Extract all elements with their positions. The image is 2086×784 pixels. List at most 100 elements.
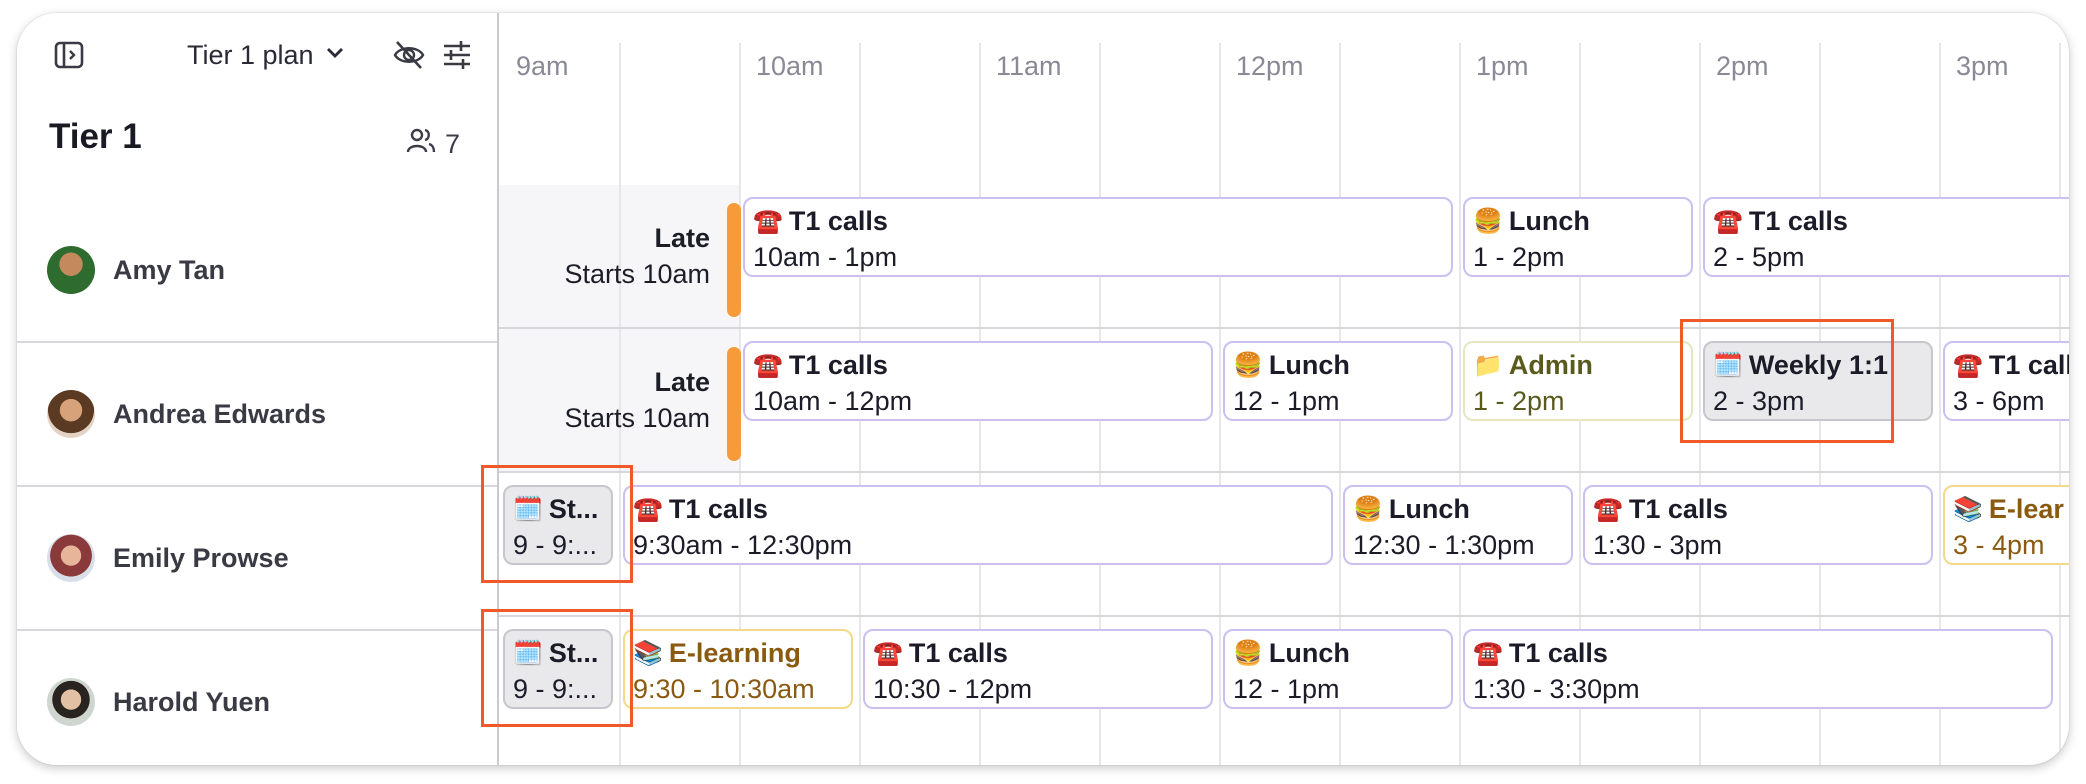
shift-time: 3 - 4pm [1953, 530, 2045, 560]
person-row[interactable]: Harold Yuen [17, 631, 497, 765]
member-count[interactable]: 7 [405, 125, 460, 164]
shift-title: Lunch [1508, 206, 1590, 236]
shift-time: 9 - 9:... [513, 530, 598, 560]
shift-block[interactable]: 📁 Admin 1 - 2pm [1463, 341, 1693, 421]
shift-time: 12 - 1pm [1233, 386, 1340, 416]
shift-block[interactable]: ☎️T1 calls 3 - 6pm [1943, 341, 2069, 421]
person-name: Emily Prowse [113, 542, 289, 573]
shift-block[interactable]: 🗓️ St... 9 - 9:... [503, 629, 613, 709]
shift-block[interactable]: 🗓️ St... 9 - 9:... [503, 485, 613, 565]
avatar [47, 390, 95, 438]
shift-time: 10:30 - 12pm [873, 674, 1033, 704]
sidebar-toggle-icon[interactable] [49, 35, 89, 75]
roster-panel: Tier 1 plan Tier 1 7 Amy Tan Andrea Edwa… [17, 13, 499, 765]
plan-selector[interactable]: Tier 1 plan [187, 35, 346, 75]
shift-block[interactable]: 🍔 Lunch 12:30 - 1:30pm [1343, 485, 1573, 565]
shift-title: Lunch [1268, 350, 1350, 380]
calendar-icon: 🗓️ [513, 495, 543, 523]
shift-time: 1:30 - 3:30pm [1473, 674, 1640, 704]
shift-title: Lunch [1268, 638, 1350, 668]
eye-off-icon[interactable] [389, 35, 429, 75]
burger-icon: 🍔 [1233, 639, 1263, 667]
shift-time: 9:30am - 12:30pm [633, 530, 853, 560]
person-name: Harold Yuen [113, 686, 271, 717]
avatar [47, 246, 95, 294]
person-name: Andrea Edwards [113, 398, 327, 429]
shift-title: St... [548, 494, 599, 524]
shift-title: T1 calls [1988, 350, 2069, 380]
chevron-down-icon [324, 40, 346, 71]
gridline [1219, 43, 1221, 765]
timeline-grid: 9am 10am 11am 12pm 1pm 2pm 3pm Late Star… [499, 13, 2069, 765]
telephone-icon: ☎️ [633, 495, 663, 523]
telephone-icon: ☎️ [753, 207, 783, 235]
telephone-icon: ☎️ [753, 351, 783, 379]
telephone-icon: ☎️ [1953, 351, 1983, 379]
hour-label: 2pm [1716, 51, 1769, 81]
hour-label: 12pm [1236, 51, 1304, 81]
person-row[interactable]: Amy Tan [17, 199, 497, 343]
shift-block[interactable]: ☎️ T1 calls 10am - 12pm [743, 341, 1213, 421]
hour-label: 9am [516, 51, 569, 81]
filter-sliders-icon[interactable] [437, 35, 477, 75]
telephone-icon: ☎️ [1713, 207, 1743, 235]
plan-label: Tier 1 plan [187, 39, 314, 70]
late-indicator: Late Starts 10am [499, 364, 710, 436]
folder-icon: 📁 [1473, 351, 1503, 379]
shift-time: 1 - 2pm [1473, 386, 1565, 416]
hour-label: 1pm [1476, 51, 1529, 81]
shift-block[interactable]: 📚 E-learning 9:30 - 10:30am [623, 629, 853, 709]
row-divider [499, 471, 2069, 473]
telephone-icon: ☎️ [873, 639, 903, 667]
shift-time: 1:30 - 3pm [1593, 530, 1723, 560]
telephone-icon: ☎️ [1593, 495, 1623, 523]
tier-title: Tier 1 [49, 117, 142, 156]
shift-time: 12:30 - 1:30pm [1353, 530, 1535, 560]
gridline [1459, 43, 1461, 765]
shift-block[interactable]: 📚 E-lear 3 - 4pm [1943, 485, 2069, 565]
shift-title: T1 calls [1748, 206, 1848, 236]
shift-time: 2 - 3pm [1713, 386, 1805, 416]
late-label: Late [654, 223, 710, 253]
shift-time: 9 - 9:... [513, 674, 598, 704]
hour-label: 3pm [1956, 51, 2009, 81]
burger-icon: 🍔 [1353, 495, 1383, 523]
shift-block[interactable]: ☎️ T1 calls 1:30 - 3pm [1583, 485, 1933, 565]
shift-title: T1 calls [788, 206, 888, 236]
hour-label: 10am [756, 51, 824, 81]
avatar [47, 678, 95, 726]
shift-time: 10am - 12pm [753, 386, 913, 416]
person-row[interactable]: Andrea Edwards [17, 343, 497, 487]
person-row[interactable]: Emily Prowse [17, 487, 497, 631]
shift-title: E-learning [668, 638, 801, 668]
burger-icon: 🍔 [1473, 207, 1503, 235]
calendar-icon: 🗓️ [513, 639, 543, 667]
late-label: Late [654, 367, 710, 397]
late-bar [727, 347, 741, 461]
shift-block[interactable]: 🍔 Lunch 1 - 2pm [1463, 197, 1693, 277]
shift-block[interactable]: ☎️ T1 calls 10:30 - 12pm [863, 629, 1213, 709]
shift-time: 1 - 2pm [1473, 242, 1565, 272]
shift-block[interactable]: ☎️ T1 calls 9:30am - 12:30pm [623, 485, 1333, 565]
shift-title: T1 calls [788, 350, 888, 380]
late-start: Starts 10am [564, 259, 710, 289]
shift-block[interactable]: ☎️ T1 calls 10am - 1pm [743, 197, 1453, 277]
shift-time: 2 - 5pm [1713, 242, 1805, 272]
shift-time: 12 - 1pm [1233, 674, 1340, 704]
users-icon [405, 125, 437, 164]
shift-title: T1 calls [1628, 494, 1728, 524]
calendar-icon: 🗓️ [1713, 351, 1743, 379]
shift-block[interactable]: 🗓️ Weekly 1:1 2 - 3pm [1703, 341, 1933, 421]
shift-title: T1 calls [668, 494, 768, 524]
schedule-card: Tier 1 plan Tier 1 7 Amy Tan Andrea Edwa… [17, 13, 2069, 765]
late-indicator: Late Starts 10am [499, 220, 710, 292]
burger-icon: 🍔 [1233, 351, 1263, 379]
row-divider [499, 615, 2069, 617]
late-bar [727, 203, 741, 317]
person-name: Amy Tan [113, 254, 226, 285]
shift-block[interactable]: 🍔 Lunch 12 - 1pm [1223, 629, 1453, 709]
shift-block[interactable]: ☎️ T1 calls 2 - 5pm [1703, 197, 2069, 277]
shift-block[interactable]: ☎️ T1 calls 1:30 - 3:30pm [1463, 629, 2053, 709]
shift-block[interactable]: 🍔 Lunch 12 - 1pm [1223, 341, 1453, 421]
books-icon: 📚 [1953, 495, 1983, 523]
